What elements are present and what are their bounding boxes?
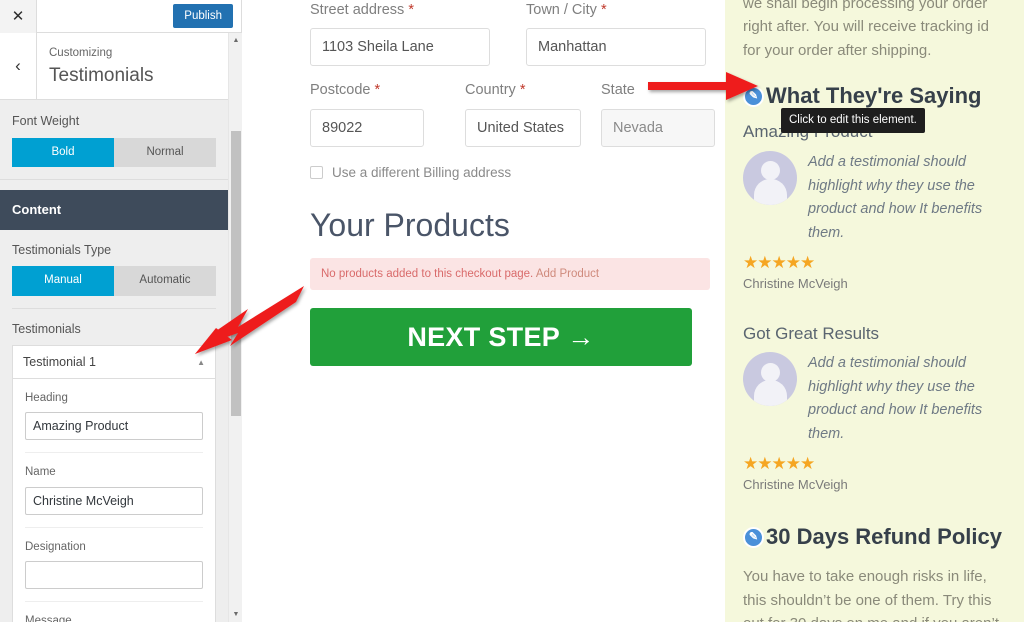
avatar — [743, 352, 797, 407]
testimonials-type-control: Testimonials Type Manual Automatic Testi… — [0, 229, 228, 622]
customizing-label: Customizing — [49, 47, 113, 59]
required-marker: * — [600, 2, 607, 18]
billing-address-checkbox-label: Use a different Billing address — [332, 164, 512, 180]
next-step-button[interactable]: NEXT STEP → — [310, 308, 692, 367]
designation-input[interactable] — [25, 560, 203, 589]
edit-pencil-icon[interactable]: ✎ — [743, 526, 764, 548]
state-label: State — [601, 80, 721, 100]
field-message: Message — [25, 602, 203, 622]
font-weight-group: Font Weight Bold Normal — [12, 101, 216, 179]
customizer-scrollbar[interactable]: ▲ ▼ — [228, 33, 242, 622]
state-input[interactable] — [601, 108, 715, 147]
testimonials-heading-text: What They're Saying — [766, 82, 982, 108]
accordion-panel: Heading Name Designation — [12, 379, 216, 622]
field-street-address: Street address * — [310, 0, 512, 67]
star-rating-icon: ★★★★★ — [743, 253, 815, 273]
country-label-text: Country — [465, 82, 516, 99]
testimonials-type-group: Testimonials Type Manual Automatic — [12, 230, 216, 308]
testimonials-type-option-automatic[interactable]: Automatic — [114, 266, 216, 296]
scroll-up-arrow-icon[interactable]: ▲ — [229, 33, 243, 48]
customizer-topbar: ✕ Publish — [0, 0, 241, 33]
checkbox-icon[interactable] — [310, 165, 323, 179]
accordion-title: Testimonial 1 — [23, 355, 96, 370]
publish-button[interactable]: Publish — [173, 3, 233, 29]
town-city-label: Town / City * — [526, 0, 728, 20]
field-heading-label: Heading — [25, 392, 68, 405]
scrollbar-thumb[interactable] — [231, 131, 241, 416]
country-label: Country * — [465, 80, 601, 100]
avatar — [743, 151, 797, 206]
section-header-content[interactable]: Content — [0, 189, 228, 230]
customizer-screen: ✕ Publish ‹ Customizing Testimonials Fon… — [0, 0, 1024, 622]
caret-up-icon[interactable]: ▲ — [197, 358, 205, 367]
town-city-input[interactable] — [526, 28, 706, 67]
field-designation: Designation — [25, 528, 203, 601]
street-address-label: Street address * — [310, 0, 512, 20]
field-designation-label: Designation — [25, 540, 86, 553]
required-marker: * — [519, 82, 526, 99]
testimonial-body: Add a testimonial should highlight why t… — [743, 352, 1006, 446]
field-postcode: Postcode * — [310, 80, 445, 147]
page-title: Testimonials — [49, 65, 154, 87]
refund-heading-text: 30 Days Refund Policy — [766, 523, 1002, 549]
add-product-link[interactable]: Add Product — [536, 268, 599, 280]
edit-element-tooltip: Click to edit this element. — [781, 108, 925, 134]
right-column: we shall begin processing your order rig… — [725, 0, 1024, 622]
refund-policy-heading[interactable]: ✎ 30 Days Refund Policy — [743, 523, 1006, 552]
required-marker: * — [408, 2, 414, 18]
close-icon[interactable]: ✕ — [0, 0, 37, 33]
heading-input[interactable] — [25, 412, 203, 441]
notice-text: No products added to this checkout page. — [321, 267, 534, 280]
testimonials-type-buttons[interactable]: Manual Automatic — [12, 266, 216, 296]
accordion-testimonial-1[interactable]: Testimonial 1 ▲ — [12, 345, 216, 380]
testimonial-body: Add a testimonial should highlight why t… — [743, 151, 1006, 245]
testimonials-type-label: Testimonials Type — [12, 242, 112, 257]
chevron-left-icon[interactable]: ‹ — [0, 33, 37, 99]
street-address-label-text: Street address — [310, 2, 405, 18]
font-weight-label: Font Weight — [12, 114, 80, 128]
field-country: Country * — [465, 80, 601, 147]
testimonial-heading: Got Great Results — [743, 323, 880, 343]
font-weight-option-normal[interactable]: Normal — [114, 137, 216, 167]
field-heading: Heading — [25, 379, 203, 452]
postcode-label: Postcode * — [310, 80, 445, 100]
field-name-label: Name — [25, 466, 56, 479]
testimonial-author-name: Christine McVeigh — [743, 276, 848, 292]
field-state: State — [601, 80, 721, 147]
testimonials-section-heading[interactable]: ✎ What They're Saying — [743, 82, 1006, 111]
town-city-label-text: Town / City — [526, 2, 597, 18]
testimonials-repeater: Testimonials Testimonial 1 ▲ Heading Nam… — [12, 309, 216, 622]
star-rating-icon: ★★★★★ — [743, 454, 815, 474]
postcode-label-text: Postcode — [310, 82, 371, 99]
font-weight-buttons[interactable]: Bold Normal — [12, 137, 216, 167]
testimonial-quote: Add a testimonial should highlight why t… — [808, 154, 983, 241]
edit-pencil-icon[interactable]: ✎ — [743, 85, 764, 107]
font-weight-control: Font Weight Bold Normal — [0, 101, 228, 179]
order-intro-paragraph: we shall begin processing your order rig… — [743, 0, 989, 59]
customizer-header: ‹ Customizing Testimonials — [0, 33, 241, 100]
field-town-city: Town / City * — [526, 0, 728, 67]
testimonials-label: Testimonials — [12, 321, 81, 336]
testimonials-type-option-manual[interactable]: Manual — [12, 266, 114, 296]
name-input[interactable] — [25, 486, 203, 515]
refund-policy-paragraph: You have to take enough risks in life, t… — [743, 568, 999, 622]
scroll-down-arrow-icon[interactable]: ▼ — [229, 607, 243, 622]
customizer-panel: ✕ Publish ‹ Customizing Testimonials Fon… — [0, 0, 242, 622]
testimonial-quote: Add a testimonial should highlight why t… — [808, 355, 983, 442]
customizer-body: Font Weight Bold Normal Content Testimon… — [0, 101, 228, 622]
font-weight-option-bold[interactable]: Bold — [12, 137, 114, 167]
testimonial-author-name: Christine McVeigh — [743, 477, 848, 493]
field-message-label: Message — [25, 614, 72, 622]
required-marker: * — [374, 82, 381, 99]
street-address-input[interactable] — [310, 28, 490, 67]
state-label-text: State — [601, 82, 635, 99]
country-input[interactable] — [465, 108, 581, 147]
customizer-titles: Customizing Testimonials — [37, 33, 154, 99]
no-products-notice: No products added to this checkout page.… — [310, 257, 710, 291]
spacer — [0, 179, 228, 190]
postcode-input[interactable] — [310, 108, 424, 147]
field-name: Name — [25, 453, 203, 526]
